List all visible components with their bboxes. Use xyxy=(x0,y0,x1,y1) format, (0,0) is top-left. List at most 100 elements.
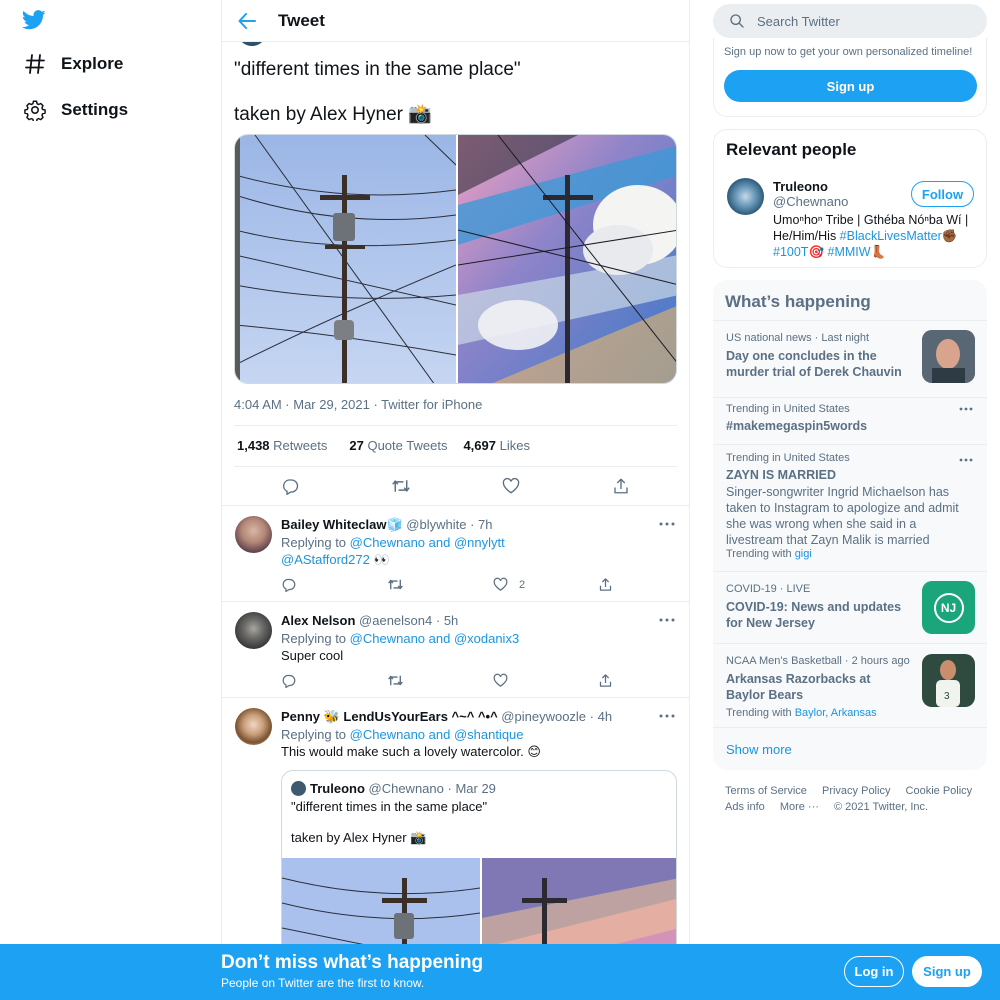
avatar[interactable] xyxy=(235,516,272,553)
retweet-button[interactable] xyxy=(391,477,411,495)
author-name: Bailey Whiteclaw🧊 xyxy=(281,517,403,532)
tweet-photo-left[interactable] xyxy=(235,135,456,383)
trend-item[interactable]: Trending in United States ZAYN IS MARRIE… xyxy=(713,444,987,569)
share-button[interactable] xyxy=(612,477,630,495)
heart-icon xyxy=(502,477,520,494)
signup-button[interactable]: Sign up xyxy=(724,70,977,102)
tweet-text-line2: taken by Alex Hyner 📸 xyxy=(234,104,432,125)
trend-context: US national news · Last night xyxy=(726,332,870,344)
retweets-stat[interactable]: 1,438 Retweets xyxy=(237,438,327,453)
avatar[interactable] xyxy=(235,612,272,649)
hashtag-link[interactable]: #100T xyxy=(773,245,808,259)
avatar[interactable] xyxy=(235,708,272,745)
reply-icon[interactable] xyxy=(281,577,296,592)
trend-title: ZAYN IS MARRIED xyxy=(726,468,836,482)
trend-title: Arkansas Razorbacks at Baylor Bears xyxy=(726,672,871,702)
more-icon[interactable] xyxy=(959,458,973,462)
reply-author[interactable]: Bailey Whiteclaw🧊 @blywhite · 7h xyxy=(281,517,493,533)
reply-author[interactable]: Alex Nelson @aenelson4 · 5h xyxy=(281,613,458,628)
reply-icon[interactable] xyxy=(281,673,296,688)
tweet-header: Tweet xyxy=(222,0,689,42)
like-button[interactable] xyxy=(502,477,520,495)
twitter-logo-icon[interactable] xyxy=(21,9,46,31)
search-input[interactable] xyxy=(757,13,957,29)
ads-info-link[interactable]: Ads info xyxy=(725,801,765,813)
replying-prefix: Replying to xyxy=(281,535,347,550)
relevant-people-card: Relevant people Truleono @Chewnano Follo… xyxy=(713,129,987,268)
relevant-people-title: Relevant people xyxy=(726,140,857,159)
replying-to-links[interactable]: @Chewnano and @xodanix3 xyxy=(350,631,520,646)
show-more-link[interactable]: Show more xyxy=(713,727,987,770)
avatar[interactable] xyxy=(727,178,764,215)
replying-to-links[interactable]: @Chewnano and @nnylytt xyxy=(350,535,505,550)
nav-settings-label: Settings xyxy=(61,100,129,119)
cookie-link[interactable]: Cookie Policy xyxy=(906,785,973,797)
trending-with-link[interactable]: Baylor, Arkansas xyxy=(795,707,877,719)
bio-text: He/Him/His xyxy=(773,229,840,243)
reply-text: This would make such a lovely watercolor… xyxy=(281,744,541,759)
share-icon[interactable] xyxy=(598,673,613,688)
trending-with-label: Trending with xyxy=(726,707,792,719)
terms-link[interactable]: Terms of Service xyxy=(725,785,807,797)
trend-context: Trending in United States xyxy=(726,403,850,415)
share-icon xyxy=(614,478,628,494)
trend-item[interactable]: COVID-19 · LIVE COVID-19: News and updat… xyxy=(713,571,987,641)
tweet-photo-right[interactable] xyxy=(455,135,676,383)
quote-author: Truleono @Chewnano · Mar 29 xyxy=(310,781,496,796)
follow-button[interactable]: Follow xyxy=(911,181,974,207)
nav-settings[interactable]: Settings xyxy=(24,99,129,123)
reply-button[interactable] xyxy=(281,477,299,495)
more-icon[interactable] xyxy=(659,521,675,527)
trend-item[interactable]: US national news · Last night Day one co… xyxy=(713,320,987,390)
mention-link[interactable]: @AStafford272 xyxy=(281,552,370,567)
more-link[interactable]: More ··· xyxy=(780,801,819,813)
reply-time: · 5h xyxy=(435,613,459,628)
person-name[interactable]: Truleono xyxy=(773,179,828,194)
share-icon[interactable] xyxy=(598,577,613,592)
tweet-media[interactable] xyxy=(234,134,677,384)
more-icon[interactable] xyxy=(659,617,675,623)
likes-stat[interactable]: 4,697 Likes xyxy=(463,438,530,453)
reply-author[interactable]: Penny 🐝 LendUsYourEars ^~^ ^•^ @pineywoo… xyxy=(281,709,612,725)
retweet-icon[interactable] xyxy=(387,673,404,688)
likes-label: Likes xyxy=(499,438,530,453)
privacy-link[interactable]: Privacy Policy xyxy=(822,785,890,797)
nav-explore[interactable]: Explore xyxy=(24,53,123,75)
trending-with-label: Trending with xyxy=(726,548,792,560)
replying-to-links[interactable]: @Chewnano and @shantique xyxy=(350,727,524,742)
heart-icon[interactable] xyxy=(493,673,508,688)
hashtag-link[interactable]: #MMIW xyxy=(828,245,871,259)
tweet-timestamp[interactable]: 4:04 AM · Mar 29, 2021 · Twitter for iPh… xyxy=(234,397,482,412)
signup-button[interactable]: Sign up xyxy=(912,956,982,987)
trend-item[interactable]: NCAA Men's Basketball · 2 hours ago Arka… xyxy=(713,643,987,726)
hashtag-link[interactable]: #BlackLivesMatter xyxy=(840,229,942,243)
bio-emoji: 🎯 xyxy=(808,245,825,259)
trending-with-link[interactable]: gigi xyxy=(795,548,812,560)
replying-to: Replying to @Chewnano and @shantique xyxy=(281,726,524,743)
trend-thumbnail: NJ xyxy=(922,581,975,634)
replying-prefix: Replying to xyxy=(281,631,347,646)
reply-tweet[interactable]: Alex Nelson @aenelson4 · 5h Replying to … xyxy=(222,601,689,697)
more-icon[interactable] xyxy=(659,713,675,719)
more-icon[interactable] xyxy=(959,407,973,411)
tweet-stats: 1,438 Retweets 27 Quote Tweets 4,697 Lik… xyxy=(237,438,530,453)
retweets-count: 1,438 xyxy=(237,438,270,453)
retweet-icon[interactable] xyxy=(387,577,404,592)
search-box[interactable] xyxy=(713,4,987,38)
reply-tweet[interactable]: Bailey Whiteclaw🧊 @blywhite · 7h Replyin… xyxy=(222,505,689,601)
login-button[interactable]: Log in xyxy=(844,956,904,987)
back-arrow-icon[interactable] xyxy=(234,8,260,34)
divider xyxy=(234,466,677,467)
reply-text: @AStafford272 👀 xyxy=(281,551,390,568)
page-title: Tweet xyxy=(278,10,325,30)
author-name: Truleono xyxy=(310,781,365,796)
person-handle[interactable]: @Chewnano xyxy=(773,194,848,209)
trend-item[interactable]: Trending in United States #makemegaspin5… xyxy=(713,397,987,442)
reply-tweet[interactable]: Penny 🐝 LendUsYourEars ^~^ ^•^ @pineywoo… xyxy=(222,697,689,1000)
quotes-stat[interactable]: 27 Quote Tweets xyxy=(349,438,447,453)
reply-icon xyxy=(283,479,299,495)
retweet-icon xyxy=(392,480,410,492)
replying-to: Replying to @Chewnano and @xodanix3 xyxy=(281,630,519,647)
like-button[interactable]: 2 xyxy=(493,577,525,592)
trend-title: Day one concludes in the murder trial of… xyxy=(726,349,902,379)
